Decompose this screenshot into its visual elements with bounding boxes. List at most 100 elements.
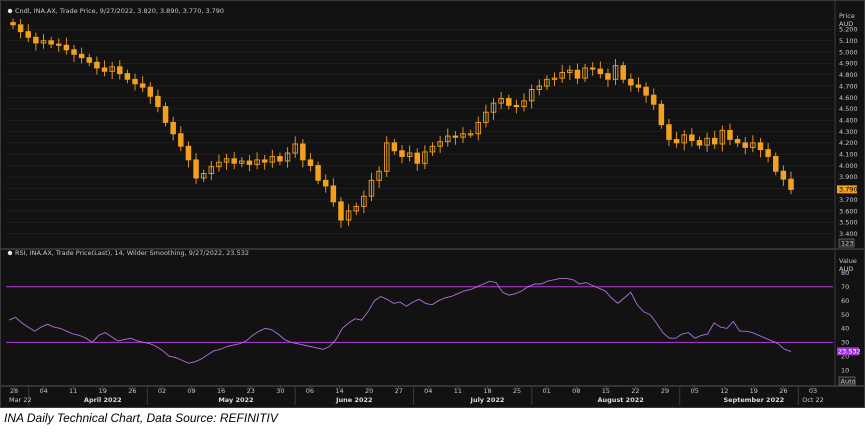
x-month-label: June 2022 [335, 396, 372, 404]
candle-body [322, 179, 329, 187]
rsi-legend-marker [7, 250, 13, 256]
price-tick-label: 5.000 [839, 48, 858, 56]
candle-body [666, 124, 672, 140]
rsi-tick-label: 10 [841, 366, 849, 374]
candle-body [780, 170, 787, 180]
rsi-tick-label: 50 [841, 311, 849, 319]
candle-body [574, 69, 581, 79]
candle-body [338, 201, 344, 221]
candle-body [727, 129, 733, 140]
candle-body [696, 140, 703, 146]
candle-body [658, 103, 665, 126]
candle-body [78, 53, 85, 59]
candle-body [452, 135, 459, 138]
candle-body [757, 142, 764, 151]
price-tick-label: 4.900 [839, 60, 858, 68]
price-scale-label: 123 [841, 240, 853, 248]
price-tick-label: 4.400 [839, 116, 858, 124]
candle-body [391, 142, 398, 152]
candle-body [307, 159, 314, 166]
rsi-tick-label: 80 [841, 269, 849, 277]
candle-body [33, 36, 39, 44]
price-tick-label: 4.700 [839, 82, 858, 90]
candle-body [597, 68, 604, 75]
candle-body [765, 149, 771, 157]
candle-body [86, 57, 93, 63]
candle-body [788, 178, 794, 190]
price-axis-title: Price [839, 12, 855, 20]
candle-body [246, 160, 253, 165]
rsi-tick-label: 60 [841, 297, 849, 305]
rsi-tick-label: 40 [841, 325, 849, 333]
candle-body [742, 142, 748, 148]
candle-body [650, 94, 657, 105]
candle-body [155, 95, 161, 107]
candle-body [643, 86, 649, 96]
candle-body [734, 138, 741, 144]
candle-body [185, 145, 192, 161]
price-tick-label: 3.500 [839, 219, 858, 227]
candle-body [399, 150, 405, 157]
last-price-label: 3.790 [839, 186, 858, 194]
x-axis: 28 04 11 19 26 02 09 16 23 30 06 14 20 27 04 11 18 25 01 08… [9, 386, 824, 405]
rsi-legend: RSI, INA.AX, Trade Price(Last), 14, Wild… [15, 249, 249, 257]
price-tick-label: 3.400 [839, 230, 858, 238]
candle-body [56, 43, 62, 46]
price-tick-label: 4.500 [839, 105, 858, 113]
candle-body [25, 31, 32, 38]
x-month-label: September 2022 [723, 396, 784, 404]
price-tick-label: 3.600 [839, 207, 858, 215]
candle-body [689, 134, 695, 142]
x-month-label: July 2022 [470, 396, 505, 404]
candle-body [330, 185, 337, 203]
candle-body [48, 40, 54, 45]
price-legend: Cndl, INA.AX, Trade Price, 9/27/2022, 3.… [15, 7, 224, 15]
candle-body [628, 78, 634, 86]
candle-body [513, 104, 520, 108]
candle-body [673, 138, 680, 144]
candle-body [414, 152, 421, 164]
price-tick-label: 5.100 [839, 37, 858, 45]
candle-body [162, 106, 169, 123]
rsi-tick-label: 70 [841, 283, 849, 291]
technical-chart: Cndl, INA.AX, Trade Price, 9/27/2022, 3.… [1, 1, 864, 405]
candle-body [261, 159, 268, 163]
price-tick-label: 4.300 [839, 128, 858, 136]
candle-body [170, 121, 176, 135]
candle-body [17, 24, 24, 33]
candle-body [124, 73, 131, 80]
price-tick-label: 4.000 [839, 162, 858, 170]
candle-body [139, 83, 146, 88]
x-month-label: April 2022 [84, 396, 122, 404]
x-month-label: May 2022 [218, 396, 253, 404]
candle-body [10, 22, 16, 26]
candle-body [635, 84, 642, 88]
candle-body [193, 159, 199, 179]
candle-body [300, 143, 306, 161]
candle-body [772, 156, 779, 172]
candle-body [620, 65, 626, 80]
rsi-tick-label: 30 [841, 339, 849, 347]
rsi-pane: RSI, INA.AX, Trade Price(Last), 14, Wild… [6, 249, 861, 386]
last-rsi-label: 23.532 [838, 348, 861, 356]
price-legend-marker [7, 8, 13, 14]
price-tick-label: 3.900 [839, 173, 858, 181]
candle-body [101, 67, 108, 72]
candle-body [132, 78, 138, 85]
price-tick-label: 4.200 [839, 139, 858, 147]
chart-frame: Cndl, INA.AX, Trade Price, 9/27/2022, 3.… [0, 0, 865, 408]
candle-body [63, 44, 70, 51]
candle-body [277, 156, 283, 162]
candle-body [117, 66, 123, 75]
price-tick-label: 4.100 [839, 151, 858, 159]
candle-body [711, 137, 718, 145]
chart-caption: INA Daily Technical Chart, Data Source: … [4, 411, 278, 425]
candle-body [178, 133, 184, 147]
candle-body [231, 158, 237, 164]
candle-body [315, 165, 321, 181]
candle-body [589, 67, 596, 70]
price-tick-label: 4.800 [839, 71, 858, 79]
x-month-label: Mar 22 [9, 396, 32, 404]
candle-body [94, 61, 100, 69]
x-month-label: August 2022 [598, 396, 644, 404]
